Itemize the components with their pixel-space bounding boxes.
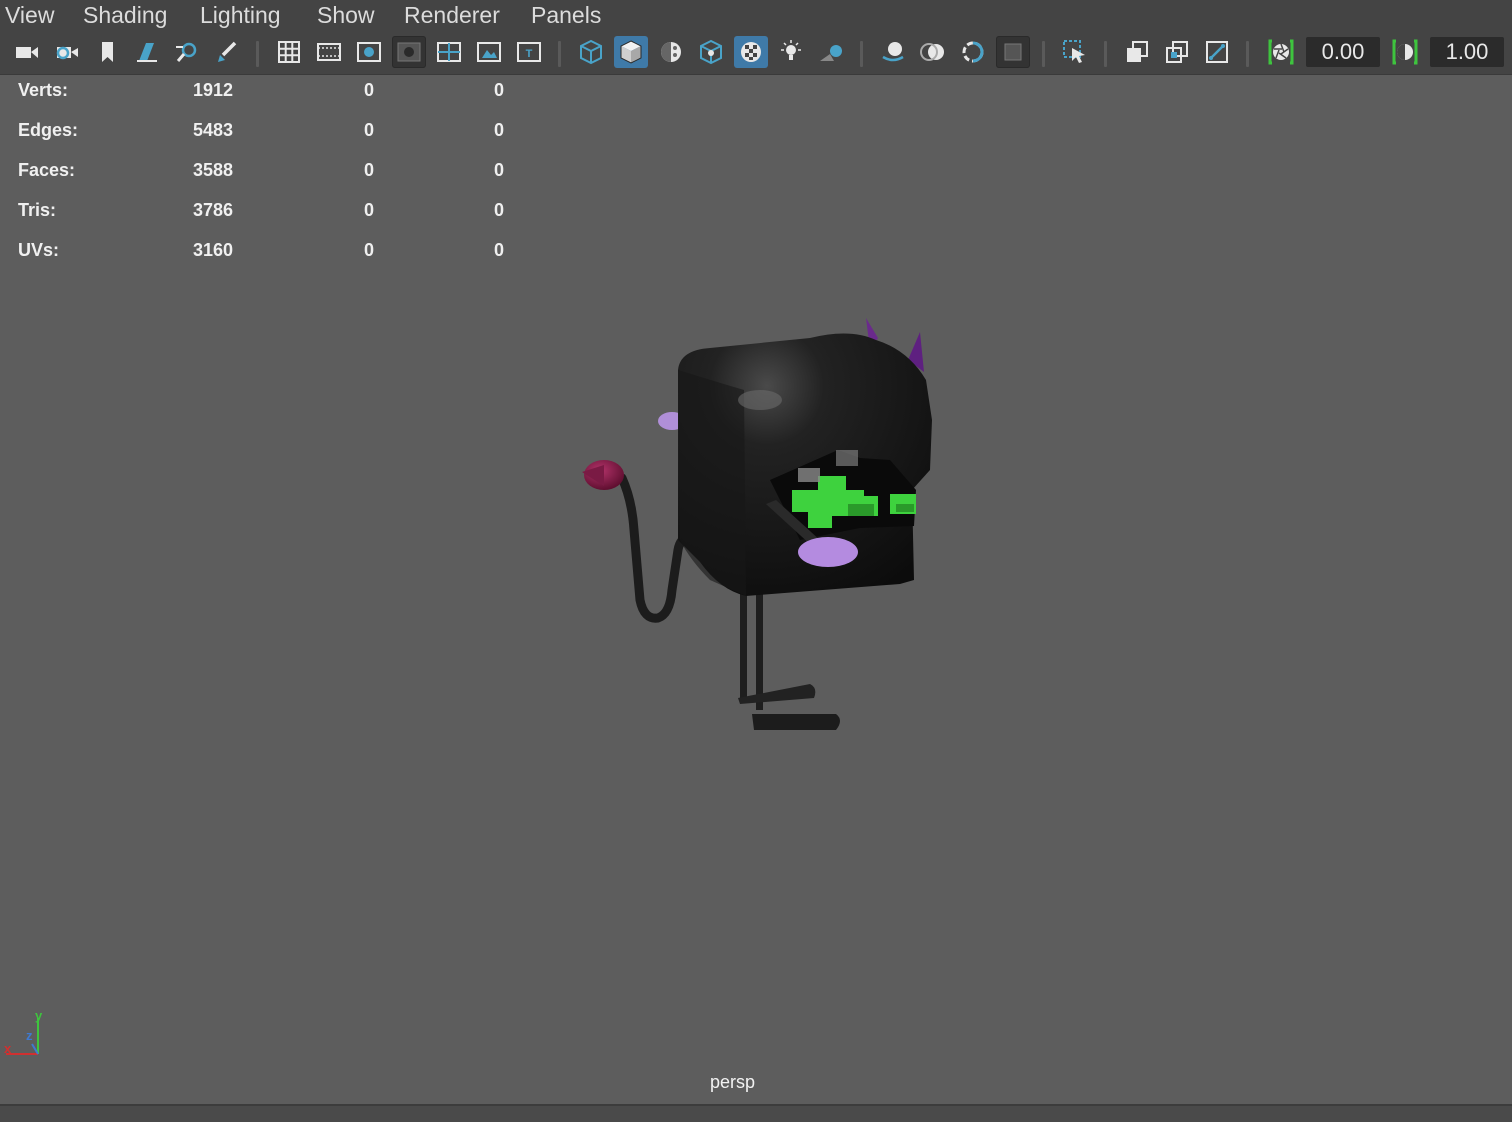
- viewport-menu-bar: View Shading Lighting Show Renderer Pane…: [0, 0, 1512, 30]
- hud-value: 0: [494, 80, 505, 100]
- camera-name-label: persp: [710, 1072, 756, 1092]
- bookmark-icon[interactable]: [90, 36, 124, 68]
- axis-z-label: z: [26, 1028, 33, 1043]
- hud-label: Tris:: [18, 200, 57, 220]
- hud-label: Faces:: [18, 160, 76, 180]
- gamma-field[interactable]: 1.00: [1430, 37, 1504, 67]
- use-default-material-icon[interactable]: [654, 36, 688, 68]
- paint-brush-icon[interactable]: [210, 36, 244, 68]
- hud-label: UVs:: [18, 240, 60, 260]
- toolbar-separator: [1246, 41, 1249, 67]
- menu-renderer[interactable]: Renderer: [404, 0, 500, 30]
- hud-value: 0: [364, 200, 375, 220]
- axis-y-label: y: [35, 1008, 43, 1023]
- wireframe-icon[interactable]: [574, 36, 608, 68]
- smooth-shade-icon[interactable]: [614, 36, 648, 68]
- hud-value: 3786: [193, 200, 234, 220]
- hud-value: 0: [364, 240, 375, 260]
- gate-mask-icon[interactable]: [392, 36, 426, 68]
- gamma-icon[interactable]: [1388, 36, 1422, 68]
- viewport-bottom-border: [0, 1104, 1512, 1122]
- isolate-select-icon[interactable]: [1058, 36, 1092, 68]
- menu-lighting[interactable]: Lighting: [200, 0, 281, 30]
- viewport-toolbar: T 0.00 1.00: [0, 30, 1512, 75]
- xray-icon[interactable]: [1120, 36, 1154, 68]
- motion-blur-icon[interactable]: [916, 36, 950, 68]
- hud-value: 0: [494, 200, 505, 220]
- menu-view[interactable]: View: [5, 0, 54, 30]
- hud-label: Verts:: [18, 80, 69, 100]
- hud-value: 1912: [193, 80, 234, 100]
- hud-value: 0: [494, 120, 505, 140]
- axis-x-label: x: [4, 1041, 12, 1056]
- toolbar-separator: [256, 41, 259, 67]
- hud-value: 0: [494, 240, 505, 260]
- shadows-icon[interactable]: [814, 36, 848, 68]
- exposure-icon[interactable]: [1264, 36, 1298, 68]
- toolbar-separator: [1104, 41, 1107, 67]
- viewport-model[interactable]: [560, 300, 960, 750]
- hud-value: 0: [364, 160, 375, 180]
- xray-active-components-icon[interactable]: [1160, 36, 1194, 68]
- hud-value: 3588: [193, 160, 234, 180]
- wireframe-on-shaded-icon[interactable]: [694, 36, 728, 68]
- field-chart-icon[interactable]: [432, 36, 466, 68]
- safe-action-icon[interactable]: [472, 36, 506, 68]
- menu-show[interactable]: Show: [317, 0, 375, 30]
- camera-icon[interactable]: [10, 36, 44, 68]
- multisample-aa-icon[interactable]: [956, 36, 990, 68]
- exposure-field[interactable]: 0.00: [1306, 37, 1380, 67]
- toolbar-separator: [1042, 41, 1045, 67]
- hud-value: 0: [364, 120, 375, 140]
- axis-gizmo: y z x: [2, 1006, 46, 1062]
- toolbar-separator: [860, 41, 863, 67]
- hud-value: 5483: [193, 120, 234, 140]
- hud-value: 0: [494, 160, 505, 180]
- xray-joints-icon[interactable]: [1200, 36, 1234, 68]
- screen-space-ao-icon[interactable]: [876, 36, 910, 68]
- menu-shading[interactable]: Shading: [83, 0, 167, 30]
- toolbar-separator: [558, 41, 561, 67]
- textured-icon[interactable]: [734, 36, 768, 68]
- grid-icon[interactable]: [272, 36, 306, 68]
- hud-label: Edges:: [18, 120, 79, 140]
- grease-pencil-icon[interactable]: [170, 36, 204, 68]
- film-gate-icon[interactable]: [312, 36, 346, 68]
- hud-value: 3160: [193, 240, 234, 260]
- menu-panels[interactable]: Panels: [531, 0, 601, 30]
- safe-title-icon[interactable]: T: [512, 36, 546, 68]
- camera-attributes-icon[interactable]: [50, 36, 84, 68]
- resolution-gate-icon[interactable]: [352, 36, 386, 68]
- hud-value: 0: [364, 80, 375, 100]
- svg-text:T: T: [526, 48, 533, 60]
- use-all-lights-icon[interactable]: [774, 36, 808, 68]
- depth-of-field-icon[interactable]: [996, 36, 1030, 68]
- image-plane-icon[interactable]: [130, 36, 164, 68]
